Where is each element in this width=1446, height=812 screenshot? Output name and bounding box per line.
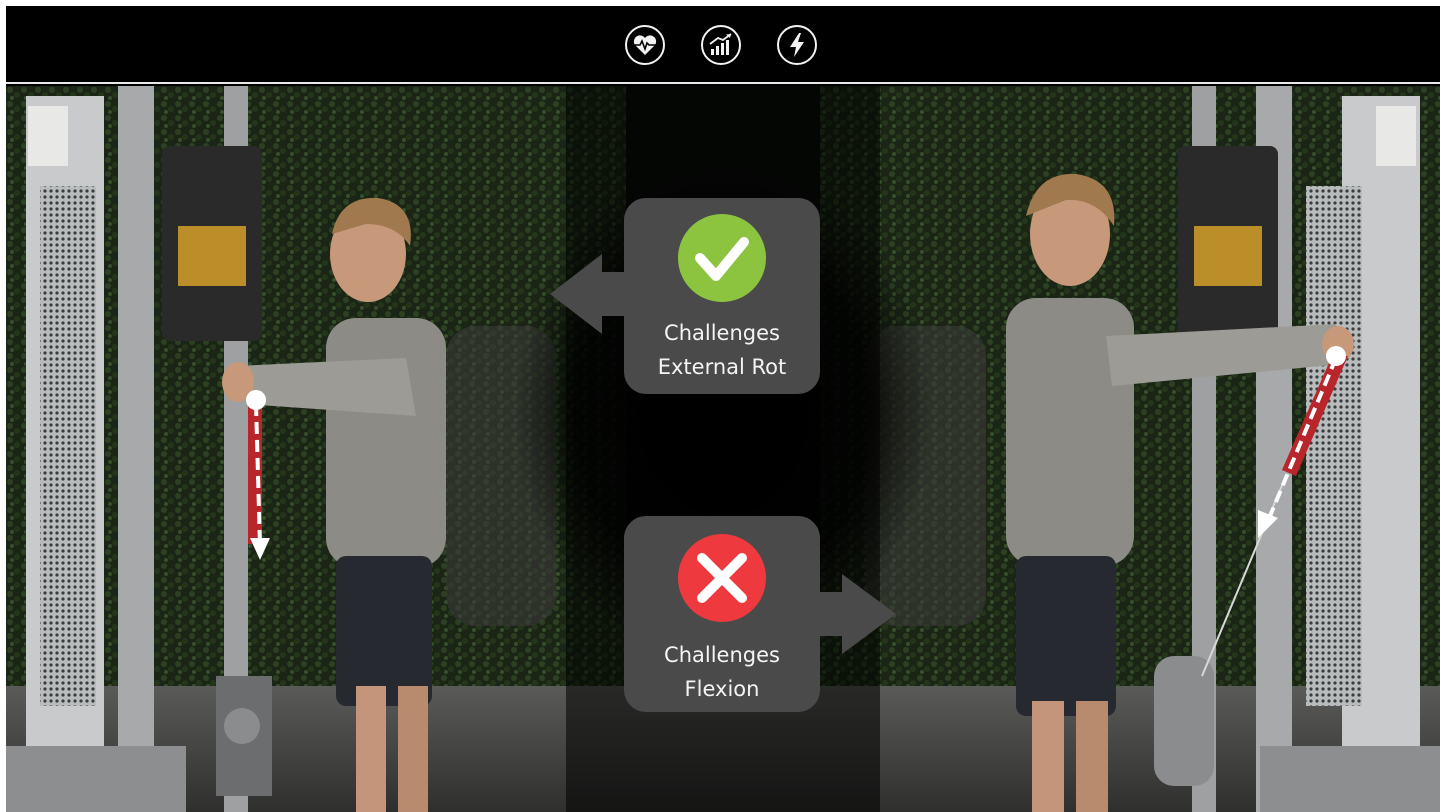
slide-frame: Challenges External Rot Challenges Flexi… [6,6,1440,812]
callout-line-1: Challenges [664,643,780,667]
hand-marker-left [246,390,266,410]
right-arrow-icon [814,574,896,654]
checkmark-icon [678,214,766,302]
callout-flexion-label: Challenges Flexion [624,638,820,706]
header-divider [6,82,1440,84]
heart-rate-icon [625,25,665,65]
callout-line-1: Challenges [664,321,780,345]
callout-external-rot-label: Challenges External Rot [624,316,820,384]
left-arrow-icon [550,254,630,334]
lightning-bolt-icon [777,25,817,65]
callout-line-2: External Rot [657,355,787,379]
hand-marker-right [1326,346,1346,366]
growth-chart-icon [701,25,741,65]
top-bar [6,6,1440,84]
exercise-photo: Challenges External Rot Challenges Flexi… [6,86,1440,812]
callout-line-2: Flexion [684,677,760,701]
